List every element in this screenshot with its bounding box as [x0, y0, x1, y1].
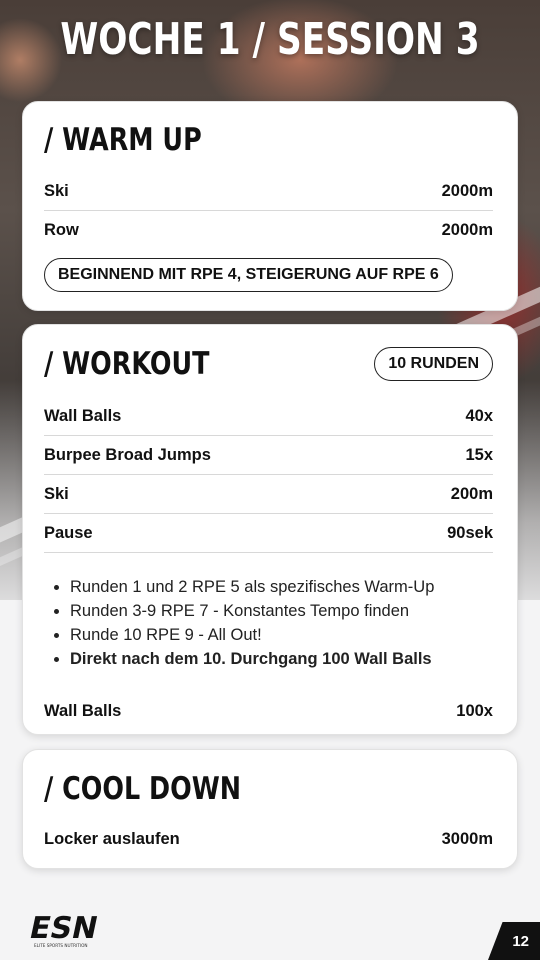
cooldown-title: / COOL DOWN — [44, 771, 242, 807]
exercise-value: 2000m — [441, 221, 493, 239]
exercise-row: Wall Balls 40x — [44, 397, 493, 436]
exercise-label: Locker auslaufen — [44, 830, 180, 848]
exercise-row: Ski 2000m — [44, 172, 493, 211]
workout-note-item: Runden 1 und 2 RPE 5 als spezifisches Wa… — [70, 575, 493, 599]
exercise-label: Pause — [44, 523, 93, 542]
exercise-row: Row 2000m — [44, 211, 493, 250]
workout-header: / WORKOUT 10 RUNDEN — [44, 325, 493, 403]
exercise-row: Locker auslaufen 3000m — [44, 820, 493, 859]
page-title: WOCHE 1 / SESSION 3 — [60, 14, 480, 65]
warmup-title: / WARM UP — [44, 122, 202, 158]
exercise-label: Burpee Broad Jumps — [44, 445, 211, 464]
page-number: 12 — [512, 932, 529, 950]
exercise-label: Ski — [44, 484, 69, 503]
warmup-note-pill: BEGINNEND MIT RPE 4, STEIGERUNG AUF RPE … — [44, 258, 453, 292]
workout-card: / WORKOUT 10 RUNDEN Wall Balls 40x Burpe… — [22, 324, 518, 735]
exercise-label: Ski — [44, 181, 69, 200]
exercise-label: Wall Balls — [44, 702, 122, 720]
exercise-row: Wall Balls 100x — [44, 692, 493, 731]
esn-logo: ESN ELITE SPORTS NUTRITION — [28, 911, 101, 948]
exercise-value: 40x — [465, 406, 493, 425]
exercise-value: 200m — [450, 484, 493, 503]
page-number-badge: 12 — [488, 922, 540, 960]
exercise-value: 90sek — [447, 523, 493, 542]
exercise-row: Ski 200m — [44, 475, 493, 514]
exercise-value: 3000m — [441, 830, 493, 848]
exercise-row: Burpee Broad Jumps 15x — [44, 436, 493, 475]
exercise-value: 15x — [465, 445, 493, 464]
exercise-value: 100x — [456, 702, 493, 720]
cooldown-header: / COOL DOWN — [44, 750, 493, 828]
warmup-header: / WARM UP — [44, 102, 493, 178]
exercise-row: Pause 90sek — [44, 514, 493, 553]
rounds-badge: 10 RUNDEN — [374, 347, 493, 381]
warmup-card: / WARM UP Ski 2000m Row 2000m BEGINNEND … — [22, 101, 518, 311]
workout-note-item: Runde 10 RPE 9 - All Out! — [70, 623, 493, 647]
logo-wordmark: ESN — [28, 911, 101, 946]
warmup-note-wrap: BEGINNEND MIT RPE 4, STEIGERUNG AUF RPE … — [44, 250, 493, 292]
exercise-label: Wall Balls — [44, 406, 122, 425]
workout-title: / WORKOUT — [44, 346, 210, 382]
workout-notes-list: Runden 1 und 2 RPE 5 als spezifisches Wa… — [44, 553, 493, 671]
workout-note-item: Direkt nach dem 10. Durchgang 100 Wall B… — [70, 647, 493, 671]
cooldown-card: / COOL DOWN Locker auslaufen 3000m — [22, 749, 518, 869]
workout-note-item: Runden 3-9 RPE 7 - Konstantes Tempo find… — [70, 599, 493, 623]
exercise-value: 2000m — [441, 181, 493, 200]
exercise-label: Row — [44, 221, 79, 239]
logo-tagline: ELITE SPORTS NUTRITION — [34, 943, 88, 948]
